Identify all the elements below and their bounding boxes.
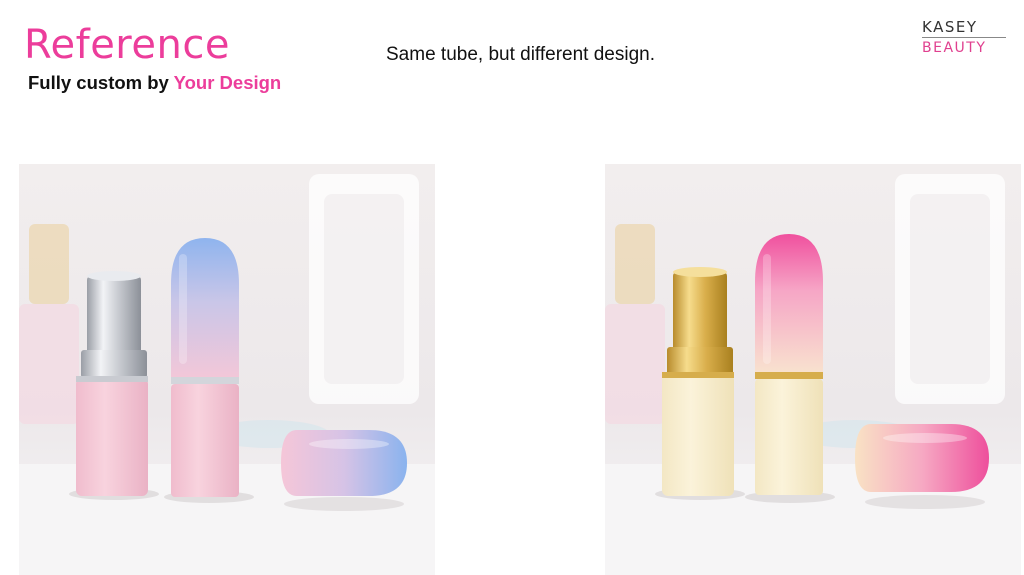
brand-logo: KASEY BEAUTY: [922, 18, 1008, 56]
logo-divider: [922, 37, 1006, 38]
lipstick-illustration-custom: [605, 164, 1021, 575]
caption: Same tube, but different design.: [386, 44, 655, 65]
product-photo-custom: [605, 164, 1021, 575]
product-photo-original: [19, 164, 435, 575]
subtitle: Fully custom by Your Design: [28, 72, 281, 94]
subtitle-highlight: Your Design: [173, 72, 282, 93]
logo-line-1: KASEY: [922, 18, 978, 36]
subtitle-prefix: Fully custom by: [28, 72, 174, 93]
lipstick-illustration-original: [19, 164, 435, 575]
reference-title: Reference: [24, 22, 230, 68]
logo-line-2: BEAUTY: [922, 40, 987, 56]
